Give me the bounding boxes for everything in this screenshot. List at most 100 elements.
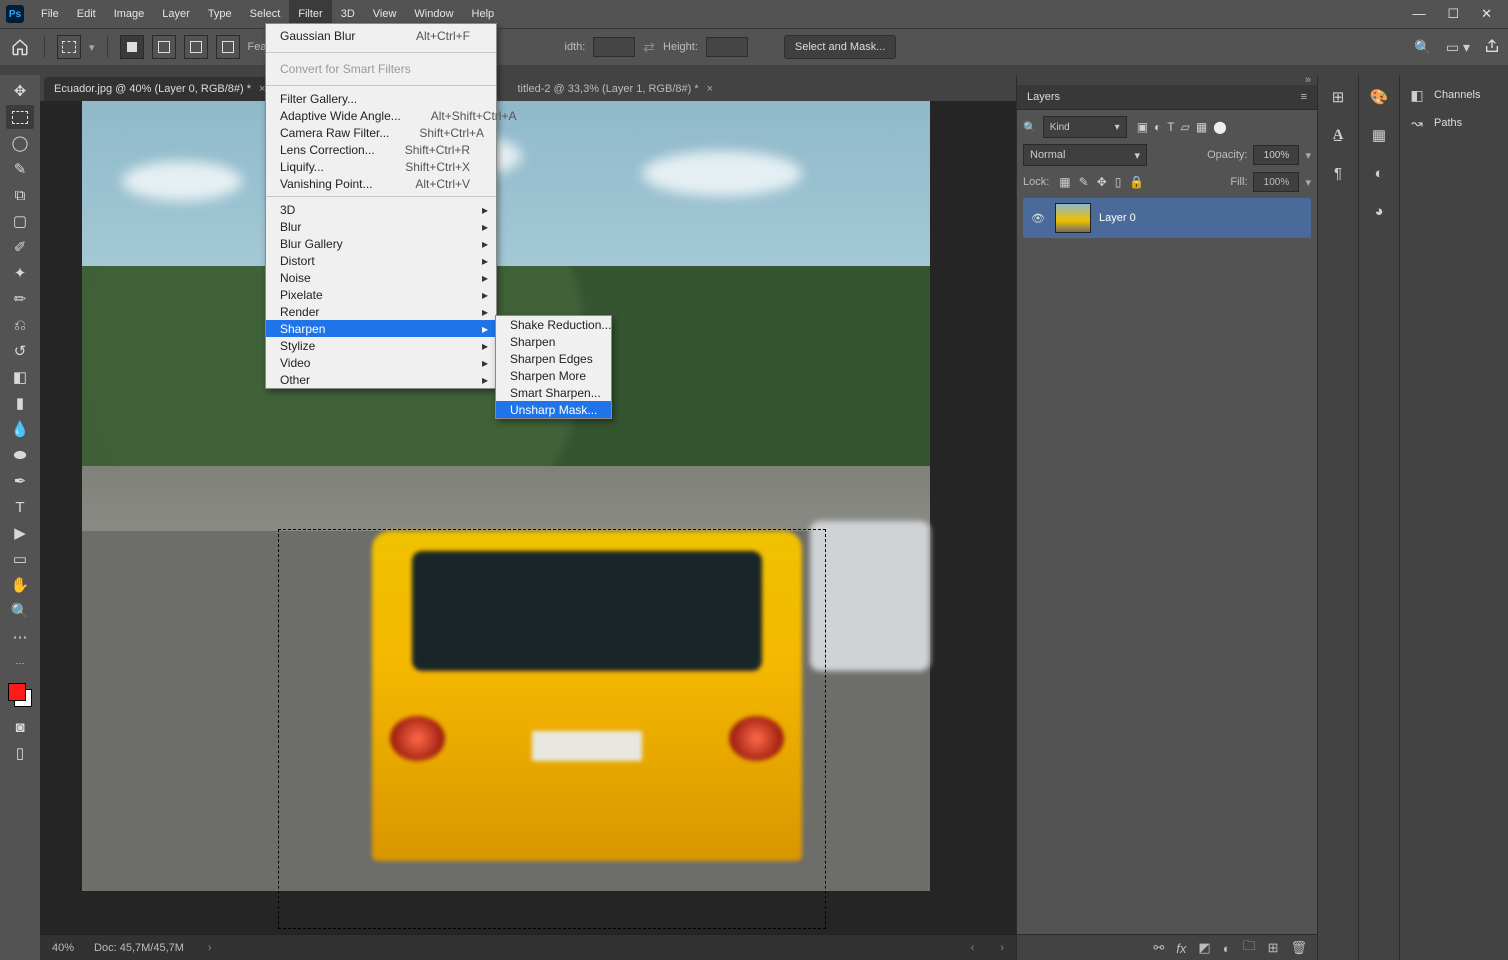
workspace-switcher[interactable]: ▭ ▾ bbox=[1446, 39, 1470, 56]
scroll-right-icon[interactable]: › bbox=[1000, 942, 1004, 954]
hand-tool[interactable]: ✋ bbox=[6, 573, 34, 597]
menu-item[interactable]: Filter Gallery... bbox=[266, 90, 496, 107]
menu-item-render[interactable]: Render▸ bbox=[266, 303, 496, 320]
panel-menu-icon[interactable]: ≡ bbox=[1301, 91, 1307, 103]
submenu-item[interactable]: Sharpen More bbox=[496, 367, 611, 384]
fill-input[interactable]: 100% bbox=[1253, 172, 1299, 192]
panel-collapse[interactable]: » bbox=[1017, 75, 1317, 85]
filter-pixel-icon[interactable]: ▣ bbox=[1137, 120, 1148, 134]
menu-layer[interactable]: Layer bbox=[153, 0, 199, 28]
submenu-item[interactable]: Unsharp Mask... bbox=[496, 401, 611, 418]
menu-item-pixelate[interactable]: Pixelate▸ bbox=[266, 286, 496, 303]
blur-tool[interactable]: 💧 bbox=[6, 417, 34, 441]
history-brush-tool[interactable]: ↺ bbox=[6, 339, 34, 363]
layer-thumbnail[interactable] bbox=[1055, 203, 1091, 233]
lock-all-icon[interactable]: ▦ bbox=[1059, 175, 1070, 189]
more-tools[interactable]: ⋯ bbox=[6, 625, 34, 649]
color-swatches[interactable] bbox=[8, 683, 32, 707]
submenu-item[interactable]: Smart Sharpen... bbox=[496, 384, 611, 401]
menu-item-sharpen[interactable]: Sharpen▸ bbox=[266, 320, 496, 337]
new-layer-icon[interactable]: ⊞ bbox=[1268, 940, 1279, 956]
gradient-tool[interactable]: ▮ bbox=[6, 391, 34, 415]
link-icon[interactable]: ⚯ bbox=[1153, 940, 1164, 956]
search-icon[interactable]: 🔍 bbox=[1414, 39, 1431, 56]
paragraph-icon[interactable]: ¶ bbox=[1326, 161, 1350, 185]
menu-item[interactable]: Camera Raw Filter...Shift+Ctrl+A bbox=[266, 124, 496, 141]
selection-new[interactable] bbox=[120, 35, 144, 59]
submenu-item[interactable]: Sharpen bbox=[496, 333, 611, 350]
layer-name[interactable]: Layer 0 bbox=[1099, 212, 1136, 224]
styles-icon[interactable]: ◕ bbox=[1367, 199, 1391, 223]
fx-icon[interactable]: fx bbox=[1176, 941, 1186, 956]
menu-item[interactable]: Vanishing Point...Alt+Ctrl+V bbox=[266, 175, 496, 192]
healing-tool[interactable]: ✦ bbox=[6, 261, 34, 285]
chevron-right-icon[interactable]: › bbox=[208, 942, 212, 954]
menu-item-other[interactable]: Other▸ bbox=[266, 371, 496, 388]
canvas[interactable] bbox=[40, 101, 1016, 934]
visibility-icon[interactable]: 👁 bbox=[1029, 212, 1047, 225]
zoom-level[interactable]: 40% bbox=[52, 942, 74, 954]
menu-item-blur-gallery[interactable]: Blur Gallery▸ bbox=[266, 235, 496, 252]
menu-edit[interactable]: Edit bbox=[68, 0, 105, 28]
close-tab-icon[interactable]: × bbox=[707, 83, 713, 95]
submenu-item[interactable]: Shake Reduction... bbox=[496, 316, 611, 333]
mask-icon[interactable]: ◩ bbox=[1198, 940, 1210, 956]
menu-item[interactable]: Adaptive Wide Angle...Alt+Shift+Ctrl+A bbox=[266, 107, 496, 124]
maximize-button[interactable]: ☐ bbox=[1447, 6, 1459, 22]
frame-tool[interactable]: ▢ bbox=[6, 209, 34, 233]
channels-panel-button[interactable]: ◧Channels bbox=[1400, 81, 1508, 109]
menu-item[interactable]: Liquify...Shift+Ctrl+X bbox=[266, 158, 496, 175]
move-tool[interactable]: ✥ bbox=[6, 79, 34, 103]
select-and-mask-button[interactable]: Select and Mask... bbox=[784, 35, 897, 59]
clone-tool[interactable]: ⎌ bbox=[6, 313, 34, 337]
menu-file[interactable]: File bbox=[32, 0, 68, 28]
dodge-tool[interactable]: ⬬ bbox=[6, 443, 34, 467]
selection-intersect[interactable] bbox=[216, 35, 240, 59]
opacity-input[interactable]: 100% bbox=[1253, 145, 1299, 165]
edit-toolbar[interactable]: ⋯ bbox=[6, 651, 34, 675]
layer-filter-kind[interactable]: Kind▾ bbox=[1043, 116, 1127, 138]
eraser-tool[interactable]: ◧ bbox=[6, 365, 34, 389]
filter-adjust-icon[interactable]: ◐ bbox=[1154, 120, 1161, 134]
paths-panel-button[interactable]: ↝Paths bbox=[1400, 109, 1508, 137]
lock-paint-icon[interactable]: ✎ bbox=[1079, 175, 1089, 189]
color-icon[interactable]: 🎨 bbox=[1367, 85, 1391, 109]
marquee-tool-preset[interactable] bbox=[57, 35, 81, 59]
quick-select-tool[interactable]: ✎ bbox=[6, 157, 34, 181]
group-icon[interactable]: 🗀 bbox=[1243, 937, 1256, 959]
menu-item-stylize[interactable]: Stylize▸ bbox=[266, 337, 496, 354]
height-input[interactable] bbox=[706, 37, 748, 57]
lock-artboard-icon[interactable]: ▯ bbox=[1115, 175, 1122, 189]
screen-mode[interactable]: ▯ bbox=[6, 741, 34, 765]
filter-shape-icon[interactable]: ▱ bbox=[1181, 120, 1190, 134]
menu-item-distort[interactable]: Distort▸ bbox=[266, 252, 496, 269]
layers-tab[interactable]: Layers≡ bbox=[1017, 85, 1317, 110]
brush-tool[interactable]: ✏ bbox=[6, 287, 34, 311]
shape-tool[interactable]: ▭ bbox=[6, 547, 34, 571]
scroll-left-icon[interactable]: ‹ bbox=[971, 942, 975, 954]
menu-item-blur[interactable]: Blur▸ bbox=[266, 218, 496, 235]
menu-item-noise[interactable]: Noise▸ bbox=[266, 269, 496, 286]
lock-icon[interactable]: 🔒 bbox=[1129, 175, 1144, 189]
layer-row[interactable]: 👁 Layer 0 bbox=[1023, 198, 1311, 238]
lasso-tool[interactable]: ◯ bbox=[6, 131, 34, 155]
menu-item-last-filter[interactable]: Gaussian BlurAlt+Ctrl+F bbox=[266, 24, 496, 48]
selection-subtract[interactable] bbox=[184, 35, 208, 59]
close-button[interactable]: ✕ bbox=[1481, 6, 1492, 22]
menu-item-convert-smart[interactable]: Convert for Smart Filters bbox=[266, 57, 496, 81]
blend-mode-select[interactable]: Normal▾ bbox=[1023, 144, 1147, 166]
minimize-button[interactable]: — bbox=[1412, 6, 1425, 22]
share-icon[interactable] bbox=[1484, 38, 1500, 57]
filter-smart-icon[interactable]: ▦ bbox=[1196, 120, 1207, 134]
marquee-tool[interactable] bbox=[6, 105, 34, 129]
menu-type[interactable]: Type bbox=[199, 0, 241, 28]
document-tab-active[interactable]: Ecuador.jpg @ 40% (Layer 0, RGB/8#) *× bbox=[44, 77, 275, 101]
menu-item-3d[interactable]: 3D▸ bbox=[266, 201, 496, 218]
crop-tool[interactable]: ⧉ bbox=[6, 183, 34, 207]
swatches-icon[interactable]: ▦ bbox=[1367, 123, 1391, 147]
menu-item-video[interactable]: Video▸ bbox=[266, 354, 496, 371]
swap-icon[interactable]: ⇄ bbox=[643, 39, 655, 56]
filter-type-icon[interactable]: T bbox=[1167, 120, 1174, 134]
trash-icon[interactable]: 🗑 bbox=[1290, 940, 1307, 956]
pen-tool[interactable]: ✒ bbox=[6, 469, 34, 493]
